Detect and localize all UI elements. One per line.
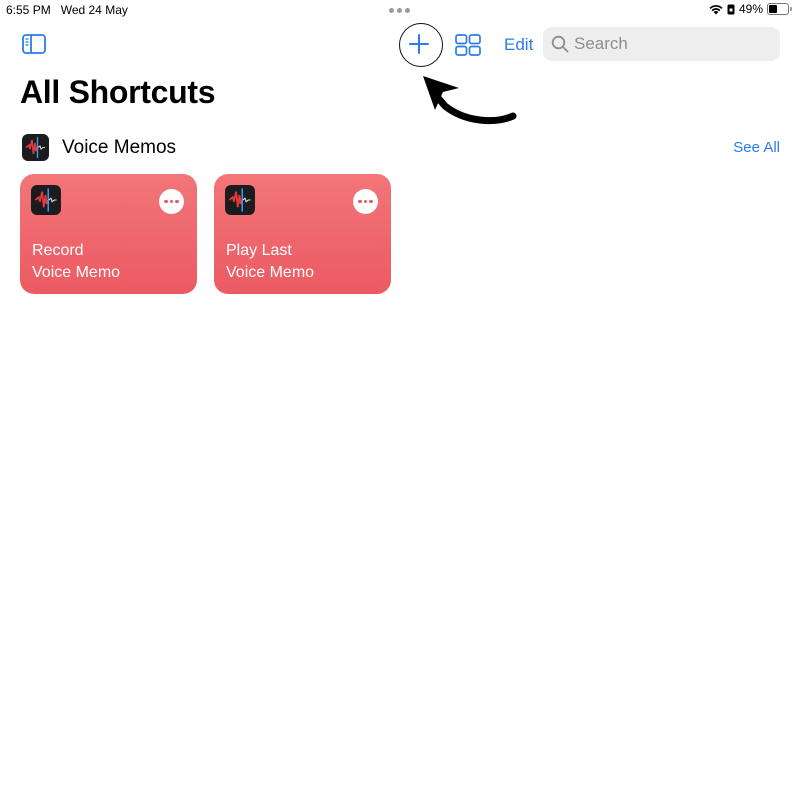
shortcut-title: Play Last Voice Memo <box>226 242 315 281</box>
wifi-icon <box>709 4 723 14</box>
shortcut-card-record[interactable]: Record Voice Memo <box>20 174 197 294</box>
more-options-button[interactable] <box>353 189 378 214</box>
annotation-arrow <box>423 76 517 125</box>
edit-button[interactable]: Edit <box>504 35 533 55</box>
search-field[interactable]: Search <box>543 27 780 61</box>
status-time-date: 6:55 PM Wed 24 May <box>6 3 128 17</box>
voice-memos-icon <box>225 185 255 215</box>
search-placeholder: Search <box>574 34 628 53</box>
status-date: Wed 24 May <box>60 3 128 17</box>
status-indicators: 49% <box>709 2 792 16</box>
sidebar-icon[interactable] <box>22 34 46 54</box>
section-title: Voice Memos <box>62 137 177 158</box>
multitasking-dots[interactable] <box>389 8 410 13</box>
battery-percent: 49% <box>738 2 763 16</box>
shortcut-card-play-last[interactable]: Play Last Voice Memo <box>214 174 391 294</box>
status-time: 6:55 PM <box>6 3 51 17</box>
grid-view-icon[interactable] <box>455 34 481 56</box>
add-shortcut-button[interactable] <box>403 28 435 60</box>
voice-memos-icon <box>22 134 49 161</box>
shortcut-title: Record Voice Memo <box>32 242 121 281</box>
see-all-link[interactable]: See All <box>733 139 780 156</box>
search-icon <box>551 35 569 53</box>
lock-rotation-icon <box>727 4 735 14</box>
more-options-button[interactable] <box>159 189 184 214</box>
voice-memos-icon <box>31 185 61 215</box>
plus-icon <box>409 34 429 54</box>
battery-icon <box>767 3 789 15</box>
page-title: All Shortcuts <box>20 74 216 110</box>
